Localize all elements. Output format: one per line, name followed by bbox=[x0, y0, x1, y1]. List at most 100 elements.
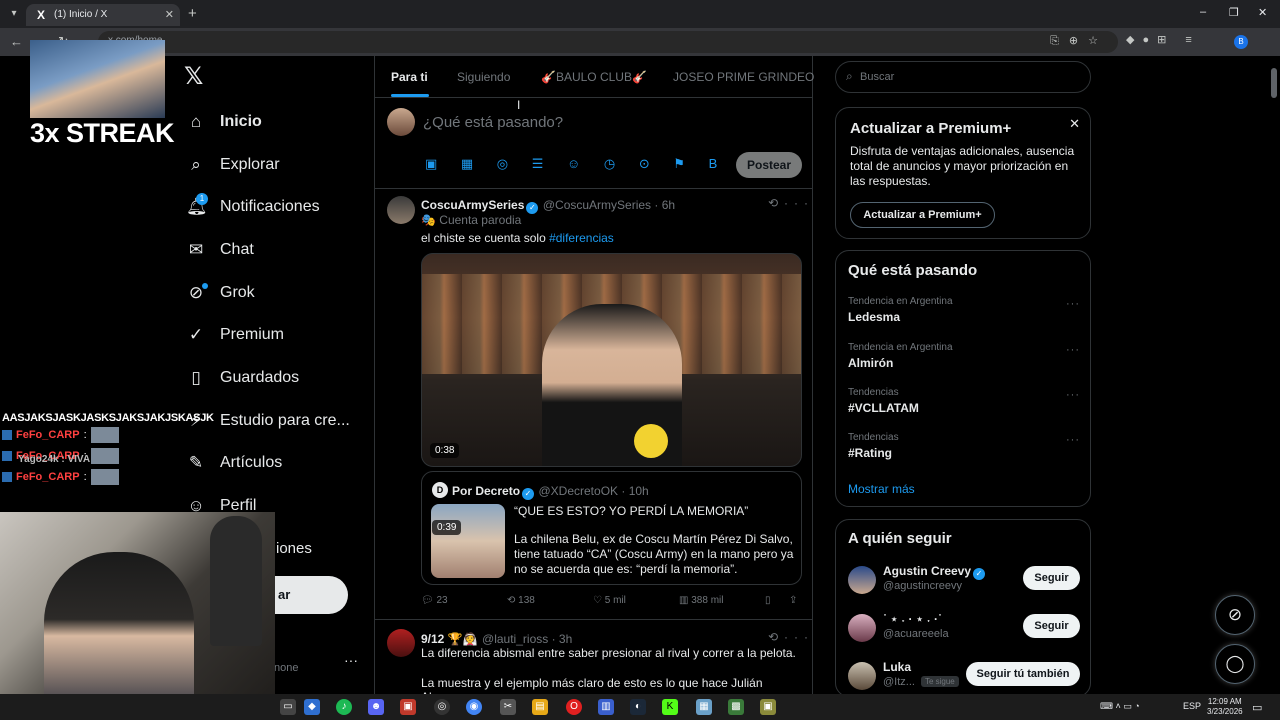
nav-item-guardados[interactable]: ▯ Guardados bbox=[186, 363, 299, 393]
like-button[interactable]: ♡ 5 mil bbox=[593, 595, 626, 606]
premium-title: Actualizar a Premium+ bbox=[850, 120, 1012, 137]
chat-line: FeFo_CARP : Yago24k : VIVA bbox=[2, 446, 214, 466]
browser-tab[interactable]: X (1) Inicio / X ✕ bbox=[26, 4, 180, 26]
app-icon[interactable]: ▣ bbox=[760, 699, 776, 715]
minimize-button[interactable]: – bbox=[1200, 6, 1206, 18]
compose-input[interactable]: ¿Qué está pasando? bbox=[423, 114, 563, 131]
spotify-icon[interactable]: ♪ bbox=[336, 699, 352, 715]
quoted-tweet[interactable]: D Por Decreto ✓ @XDecretoOK · 10h 0:39 “Q… bbox=[421, 471, 802, 585]
app-icon[interactable]: ▦ bbox=[696, 699, 712, 715]
discord-icon[interactable]: ☻ bbox=[368, 699, 384, 715]
tab-joseo-prime[interactable]: JOSEO PRIME GRINDEO bbox=[673, 70, 814, 84]
trend-more-icon[interactable]: ··· bbox=[1066, 344, 1080, 356]
system-tray-icons[interactable]: ⌨ ˄ ▭ ◔ bbox=[1100, 701, 1140, 712]
nav-item-grok[interactable]: ⊘ Grok bbox=[186, 278, 255, 308]
steam-icon[interactable]: ◐ bbox=[630, 699, 646, 715]
extension-icons[interactable]: ◆●⊞ ≡ bbox=[1126, 33, 1200, 46]
avatar[interactable] bbox=[848, 566, 876, 594]
app-icon[interactable]: ▥ bbox=[598, 699, 614, 715]
nav-item-explorar[interactable]: ⌕ Explorar bbox=[186, 150, 279, 180]
capcut-icon[interactable]: ✂ bbox=[500, 699, 516, 715]
messages-fab-icon[interactable]: ◯ bbox=[1215, 644, 1255, 684]
close-window-button[interactable]: ✕ bbox=[1258, 6, 1267, 19]
taskview-icon[interactable]: ▭ bbox=[280, 699, 296, 715]
restore-button[interactable]: ❐ bbox=[1229, 6, 1239, 19]
tweet-author-name[interactable]: CoscuArmySeries bbox=[421, 198, 524, 212]
follow-suggestion[interactable]: Agustin Creevy ✓ @agustincreevy Seguir bbox=[848, 564, 1080, 600]
tab-para-ti[interactable]: Para ti bbox=[391, 70, 428, 84]
follow-suggestion[interactable]: Luka @Itz... Te sigue Seguir tú también bbox=[848, 660, 1080, 696]
bookmark-button[interactable]: ▯ bbox=[765, 595, 771, 606]
follows-you-badge: Te sigue bbox=[920, 676, 959, 687]
copilot-icon[interactable]: ◆ bbox=[304, 699, 320, 715]
follow-suggestion[interactable]: ˙ ⋆ ˖ · ⋆ ˖ ·˙ @acuareeela Seguir bbox=[848, 612, 1080, 648]
tab-search-icon[interactable]: ▾ bbox=[6, 6, 22, 22]
back-arrow-icon[interactable]: ← bbox=[10, 34, 23, 49]
trend-more-icon[interactable]: ··· bbox=[1066, 434, 1080, 446]
tweet-more-icon[interactable]: ⟲··· bbox=[768, 630, 814, 644]
avatar[interactable] bbox=[848, 614, 876, 642]
trend-item[interactable]: Tendencias #VCLLATAM ··· bbox=[848, 387, 1080, 415]
follow-button[interactable]: Seguir bbox=[1023, 566, 1080, 590]
nav-item-chat[interactable]: ✉ Chat bbox=[186, 235, 254, 265]
language-indicator[interactable]: ESP bbox=[1183, 701, 1201, 711]
tweet-avatar[interactable] bbox=[387, 196, 415, 224]
postear-button[interactable]: Postear bbox=[736, 152, 802, 178]
opera-icon[interactable]: O bbox=[566, 699, 582, 715]
repost-button[interactable]: ⟲ 138 bbox=[507, 595, 535, 606]
follow-button[interactable]: Seguir bbox=[1023, 614, 1080, 638]
search-input[interactable]: ⌕ Buscar bbox=[835, 61, 1091, 93]
account-menu-icon[interactable]: ··· bbox=[344, 652, 358, 668]
tweet-handle[interactable]: @lauti_rioss · 3h bbox=[482, 632, 572, 646]
hashtag-link[interactable]: #diferencias bbox=[549, 231, 614, 245]
follow-back-button[interactable]: Seguir tú también bbox=[966, 662, 1080, 686]
nav-item-notificaciones[interactable]: 🔔︎ 1 Notificaciones bbox=[186, 192, 320, 222]
scrollbar[interactable] bbox=[1270, 60, 1278, 690]
tweet-text: el chiste se cuenta solo #diferencias bbox=[421, 231, 614, 245]
trend-item[interactable]: Tendencia en Argentina Ledesma ··· bbox=[848, 296, 1080, 324]
post-button[interactable]: ar bbox=[274, 576, 348, 614]
tab-siguiendo[interactable]: Siguiendo bbox=[457, 70, 510, 84]
tweet-avatar[interactable] bbox=[387, 629, 415, 657]
nav-item-inicio[interactable]: ⌂ Inicio bbox=[186, 107, 262, 137]
tweet-handle[interactable]: @CoscuArmySeries · 6h bbox=[543, 198, 675, 212]
trend-more-icon[interactable]: ··· bbox=[1066, 389, 1080, 401]
compose-avatar[interactable] bbox=[387, 108, 415, 136]
app-icon[interactable]: ▣ bbox=[400, 699, 416, 715]
address-bar-icons[interactable]: ⎘⊕☆ bbox=[1050, 34, 1108, 48]
clock[interactable]: 12:09 AM 3/23/2026 bbox=[1207, 697, 1243, 717]
x-logo-icon[interactable]: 𝕏 bbox=[184, 64, 210, 90]
nav-item-premium[interactable]: ✓ Premium bbox=[186, 320, 284, 350]
minecraft-icon[interactable]: ▩ bbox=[728, 699, 744, 715]
address-bar[interactable]: x.com/home ⎘⊕☆ bbox=[98, 31, 1118, 53]
tweet-video[interactable]: 0:38 bbox=[421, 253, 802, 467]
tweet-more-icon[interactable]: ⟲··· bbox=[768, 196, 814, 210]
close-icon[interactable]: ✕ bbox=[1069, 116, 1080, 132]
show-more-link[interactable]: Mostrar más bbox=[848, 482, 915, 496]
premium-upgrade-button[interactable]: Actualizar a Premium+ bbox=[850, 202, 995, 228]
tab-close-icon[interactable]: ✕ bbox=[165, 8, 174, 21]
scrollbar-thumb[interactable] bbox=[1271, 68, 1277, 98]
chrome-icon[interactable]: ◉ bbox=[466, 699, 482, 715]
tab-baulo-club[interactable]: 🎸BAULO CLUB🎸 bbox=[541, 70, 647, 84]
trend-item[interactable]: Tendencias #Rating ··· bbox=[848, 432, 1080, 460]
quote-video-thumbnail[interactable] bbox=[431, 504, 505, 578]
notification-center-icon[interactable]: ▭ bbox=[1252, 701, 1262, 714]
bell-icon: 🔔︎ 1 bbox=[186, 193, 208, 216]
reply-button[interactable]: 💬︎ 23 bbox=[421, 595, 448, 606]
compose-toolbar[interactable]: ▣ ▦ ◎ ☰ ☺ ◷ ⊙ ⚑ B I bbox=[425, 156, 755, 172]
kick-icon[interactable]: K bbox=[662, 699, 678, 715]
new-tab-button[interactable]: + bbox=[188, 5, 197, 22]
streak-overlay-image bbox=[30, 40, 165, 118]
share-icon[interactable]: ⇪ bbox=[789, 595, 797, 606]
views-button[interactable]: ▥ 388 mil bbox=[679, 595, 723, 606]
grok-fab-icon[interactable]: ⊘ bbox=[1215, 595, 1255, 635]
nav-item-more-options[interactable]: iones bbox=[276, 540, 312, 557]
tweet-author-name[interactable]: 9/12 🏆👰 bbox=[421, 632, 478, 646]
profile-avatar[interactable]: B bbox=[1234, 35, 1248, 49]
trend-more-icon[interactable]: ··· bbox=[1066, 298, 1080, 310]
trend-item[interactable]: Tendencia en Argentina Almirón ··· bbox=[848, 342, 1080, 370]
obs-icon[interactable]: ◎ bbox=[434, 699, 450, 715]
avatar[interactable] bbox=[848, 662, 876, 690]
file-explorer-icon[interactable]: ▤ bbox=[532, 699, 548, 715]
